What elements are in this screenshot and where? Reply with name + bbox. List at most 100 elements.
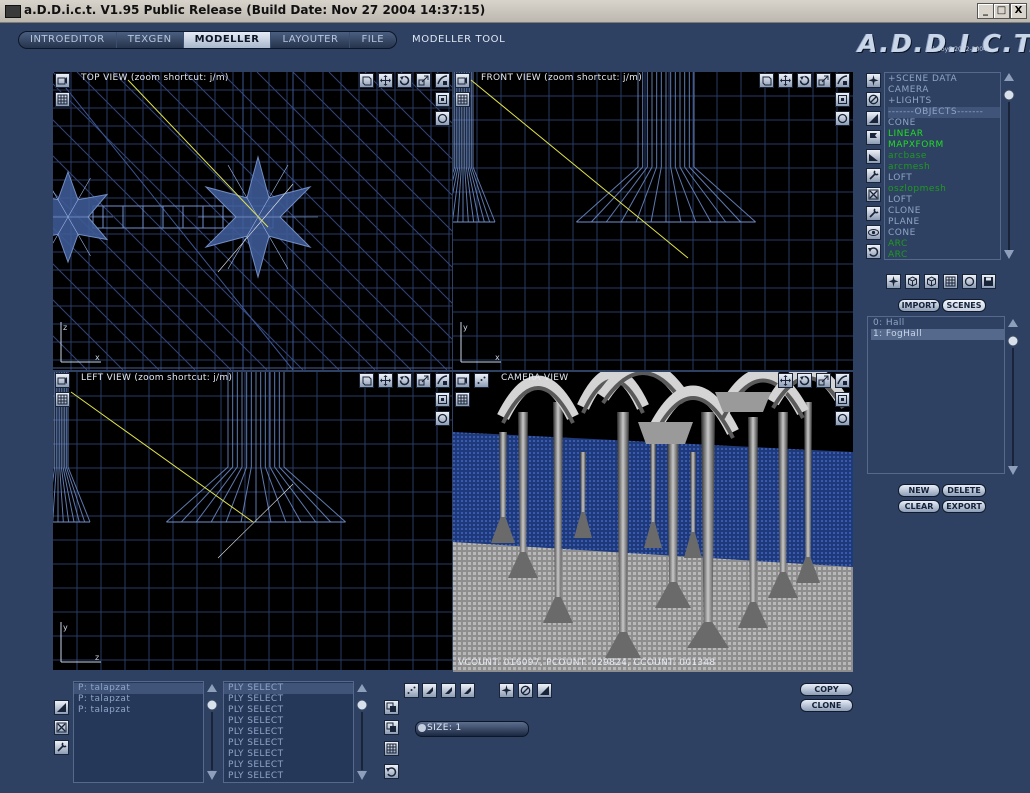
left-view-move-icon[interactable] bbox=[378, 373, 393, 388]
grid-mesh-icon[interactable] bbox=[943, 274, 958, 289]
object-list-item[interactable]: LOFT bbox=[888, 195, 1000, 206]
menu-item-introeditor[interactable]: INTROEDITOR bbox=[19, 32, 117, 48]
top-view-perspective-icon[interactable] bbox=[359, 73, 374, 88]
top-view-maximize-icon[interactable] bbox=[435, 73, 450, 88]
primitive-sphere-icon[interactable] bbox=[924, 274, 939, 289]
left-view-zoom-out-icon[interactable] bbox=[435, 411, 450, 426]
left-view-perspective-icon[interactable] bbox=[359, 373, 374, 388]
delete-scene-button[interactable]: DELETE bbox=[942, 484, 986, 497]
menu-item-texgen[interactable]: TEXGEN bbox=[116, 32, 184, 48]
new-scene-button[interactable]: NEW bbox=[898, 484, 940, 497]
object-list-item[interactable]: CAMERA bbox=[888, 85, 1000, 96]
polygon-list-item[interactable]: P: talapzat bbox=[74, 683, 203, 694]
top-view-scale-icon[interactable] bbox=[416, 73, 431, 88]
front-view-scale-icon[interactable] bbox=[816, 73, 831, 88]
size-slider[interactable]: SIZE: 1 bbox=[415, 721, 529, 737]
select-list-item[interactable]: PLY SELECT bbox=[224, 694, 353, 705]
copy-button[interactable]: COPY bbox=[800, 683, 853, 696]
select-list-item[interactable]: PLY SELECT bbox=[224, 727, 353, 738]
scene-list-item[interactable]: 1: FogHall bbox=[871, 329, 1004, 340]
front-view-move-icon[interactable] bbox=[778, 73, 793, 88]
left-view-scale-icon[interactable] bbox=[416, 373, 431, 388]
material-icon[interactable] bbox=[866, 111, 881, 126]
object-list-item[interactable]: PLANE bbox=[888, 217, 1000, 228]
poly-select-icon[interactable] bbox=[441, 683, 456, 698]
front-view-maximize-icon[interactable] bbox=[835, 73, 850, 88]
top-view-zoom-in-icon[interactable] bbox=[435, 92, 450, 107]
camera-view-camera-icon[interactable] bbox=[455, 373, 470, 388]
top-view-rotate-icon[interactable] bbox=[397, 73, 412, 88]
import-button[interactable]: IMPORT bbox=[898, 299, 940, 312]
maximize-button[interactable]: □ bbox=[993, 3, 1010, 19]
menu-item-file[interactable]: FILE bbox=[350, 32, 397, 48]
remove-vertex-icon[interactable] bbox=[518, 683, 533, 698]
front-view-camera-icon[interactable] bbox=[455, 73, 470, 88]
menu-item-layouter[interactable]: LAYOUTER bbox=[271, 32, 351, 48]
front-view-zoom-in-icon[interactable] bbox=[835, 92, 850, 107]
object-list-item[interactable]: CONE bbox=[888, 228, 1000, 239]
camera-view-dice-icon[interactable] bbox=[474, 373, 489, 388]
camera-view-scale-icon[interactable] bbox=[816, 373, 831, 388]
menu-item-modeller[interactable]: MODELLER bbox=[183, 32, 272, 48]
left-view-rotate-icon[interactable] bbox=[397, 373, 412, 388]
polygon-list-item[interactable]: P: talapzat bbox=[74, 705, 203, 716]
front-view-zoom-out-icon[interactable] bbox=[835, 111, 850, 126]
add-object-icon[interactable] bbox=[866, 73, 881, 88]
object-list-item[interactable]: CLONE bbox=[888, 206, 1000, 217]
object-list-item[interactable]: +LIGHTS bbox=[888, 96, 1000, 107]
select-list-item[interactable]: PLY SELECT bbox=[224, 760, 353, 771]
size-slider-handle[interactable] bbox=[418, 724, 426, 732]
select-list-item[interactable]: PLY SELECT bbox=[224, 716, 353, 727]
polygon-list[interactable]: P: talapzat P: talapzat P: talapzat bbox=[73, 681, 204, 783]
ramp-icon[interactable] bbox=[866, 149, 881, 164]
add-vertex-icon[interactable] bbox=[499, 683, 514, 698]
paste-icon[interactable] bbox=[384, 720, 399, 735]
scene-list-scrollbar[interactable] bbox=[1007, 318, 1019, 478]
camera-view-move-icon[interactable] bbox=[778, 373, 793, 388]
scene-list[interactable]: 0: Hall 1: FogHall bbox=[867, 316, 1005, 474]
object-list-item[interactable]: MAPXFORM bbox=[888, 140, 1000, 151]
scene-list-item[interactable]: 0: Hall bbox=[871, 318, 1004, 329]
camera-view-grid-icon[interactable] bbox=[455, 392, 470, 407]
top-view-move-icon[interactable] bbox=[378, 73, 393, 88]
camera-view-maximize-icon[interactable] bbox=[835, 373, 850, 388]
delete-object-icon[interactable] bbox=[866, 187, 881, 202]
clone-button[interactable]: CLONE bbox=[800, 699, 853, 712]
front-view-rotate-icon[interactable] bbox=[797, 73, 812, 88]
reset-icon[interactable] bbox=[384, 764, 399, 779]
left-view-camera-icon[interactable] bbox=[55, 373, 70, 388]
save-mesh-icon[interactable] bbox=[981, 274, 996, 289]
select-list-item[interactable]: PLY SELECT bbox=[224, 738, 353, 749]
object-list-item[interactable]: LOFT bbox=[888, 173, 1000, 184]
polygon-list-item[interactable]: P: talapzat bbox=[74, 694, 203, 705]
object-list-item[interactable]: ARC bbox=[888, 239, 1000, 250]
visibility-icon[interactable] bbox=[866, 225, 881, 240]
front-view-perspective-icon[interactable] bbox=[759, 73, 774, 88]
object-list-header[interactable]: -------OBJECTS------- bbox=[888, 107, 1000, 118]
object-list-item[interactable]: oszlopmesh bbox=[888, 184, 1000, 195]
object-list-item[interactable]: arcmesh bbox=[888, 162, 1000, 173]
primitive-cube-icon[interactable] bbox=[905, 274, 920, 289]
camera-viewport[interactable]: CAMERA VIEW bbox=[453, 372, 853, 672]
poly-delete-icon[interactable] bbox=[54, 720, 69, 735]
select-list-item[interactable]: PLY SELECT bbox=[224, 771, 353, 782]
top-viewport[interactable]: zx TOP VIEW (zoom shortcut: j/m) bbox=[53, 72, 452, 370]
camera-view-rotate-icon[interactable] bbox=[797, 373, 812, 388]
disable-object-icon[interactable] bbox=[866, 92, 881, 107]
object-list-scrollbar[interactable] bbox=[1003, 72, 1015, 262]
top-view-camera-icon[interactable] bbox=[55, 73, 70, 88]
select-mode-list[interactable]: PLY SELECT PLY SELECT PLY SELECT PLY SELECT… bbox=[223, 681, 354, 783]
object-list-item[interactable]: CONE bbox=[888, 118, 1000, 129]
edge-select-icon[interactable] bbox=[422, 683, 437, 698]
object-list[interactable]: +SCENE DATA CAMERA +LIGHTS -------OBJECTS--… bbox=[884, 72, 1001, 260]
export-scene-button[interactable]: EXPORT bbox=[942, 500, 986, 513]
copy-icon[interactable] bbox=[384, 700, 399, 715]
top-view-zoom-out-icon[interactable] bbox=[435, 111, 450, 126]
camera-view-zoom-in-icon[interactable] bbox=[835, 392, 850, 407]
minimize-button[interactable]: _ bbox=[977, 3, 994, 19]
front-view-grid-icon[interactable] bbox=[455, 92, 470, 107]
edit-icon[interactable] bbox=[866, 206, 881, 221]
scenes-button[interactable]: SCENES bbox=[942, 299, 986, 312]
generate-mesh-icon[interactable] bbox=[886, 274, 901, 289]
left-viewport[interactable]: yz LEFT VIEW (zoom shortcut: j/m) bbox=[53, 372, 452, 670]
